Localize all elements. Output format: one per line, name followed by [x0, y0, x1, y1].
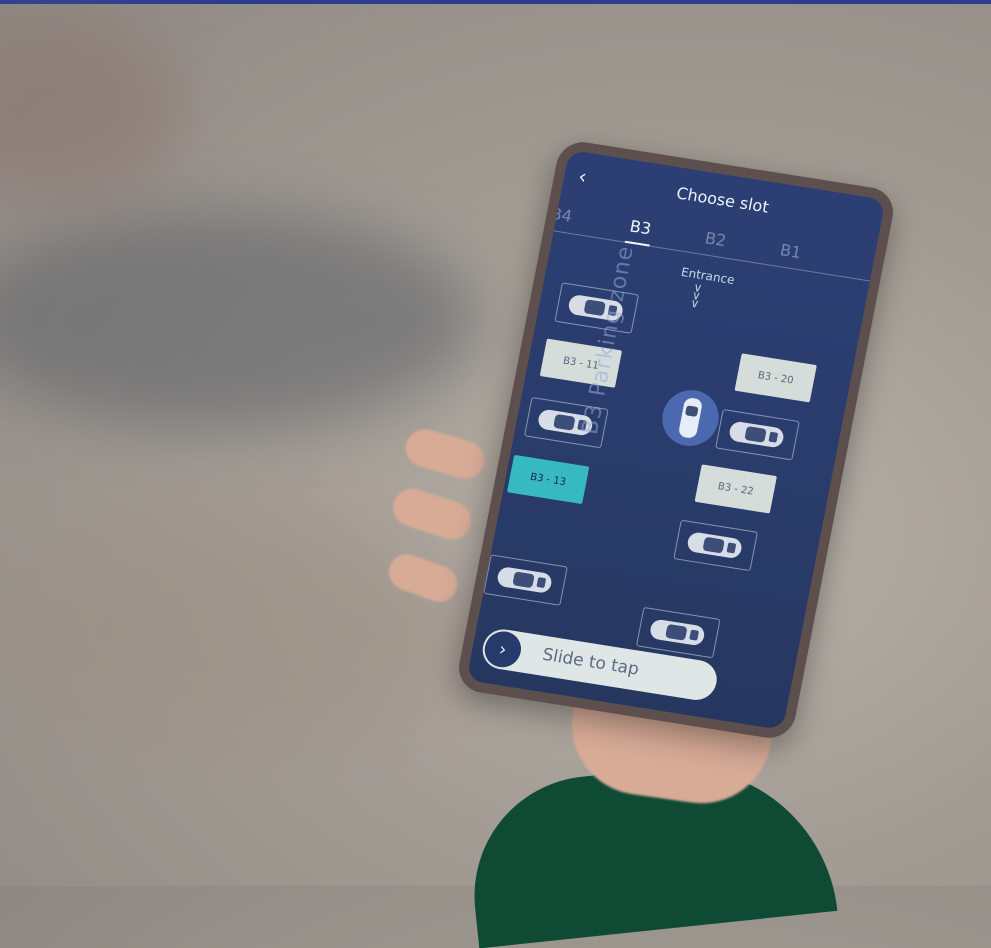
finger: [401, 424, 489, 484]
open-slot-b3-22[interactable]: B3 - 22: [694, 464, 777, 514]
occupied-slot: [635, 606, 721, 659]
tab-b1[interactable]: B1: [778, 240, 803, 262]
blurred-shape: [0, 210, 480, 430]
chevrons-down-icon: ∨ ∨ ∨: [689, 280, 704, 311]
occupied-slot: [673, 519, 758, 572]
tab-b4[interactable]: B4: [549, 204, 574, 226]
car-icon: [648, 618, 706, 647]
current-position-marker: [657, 386, 724, 450]
blurred-shape: [0, 20, 180, 200]
open-slot-b3-20[interactable]: B3 - 20: [734, 353, 817, 403]
tab-b2[interactable]: B2: [703, 228, 728, 250]
car-icon: [686, 531, 744, 560]
open-slot-b3-13[interactable]: B3 - 13: [506, 454, 590, 505]
chevron-right-icon[interactable]: ›: [481, 628, 525, 670]
occupied-slot: [715, 408, 800, 461]
finger: [388, 483, 476, 545]
car-icon: [495, 565, 554, 594]
occupied-slot: [483, 554, 568, 606]
my-car-icon: [677, 396, 704, 440]
tab-b3[interactable]: B3: [628, 216, 653, 238]
slider-label: Slide to tap: [540, 644, 641, 680]
zone-label: B3 Parking zone: [577, 243, 639, 437]
car-icon: [727, 420, 786, 449]
